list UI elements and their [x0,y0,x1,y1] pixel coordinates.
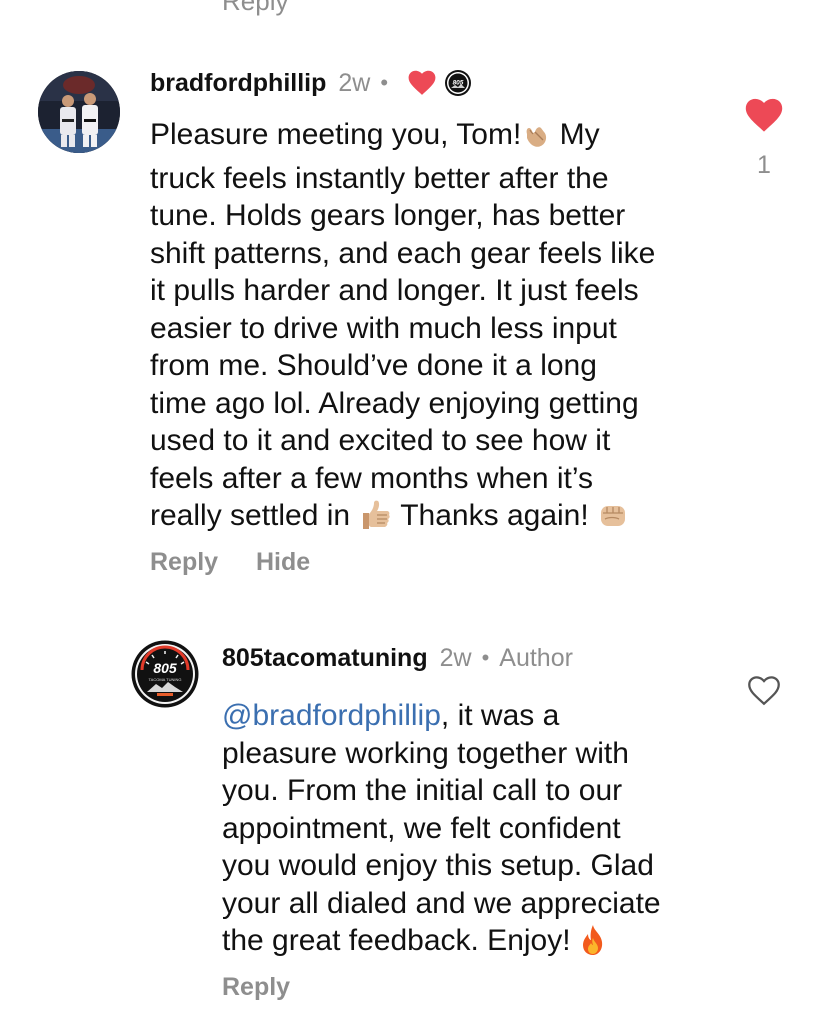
mention-link[interactable]: @bradfordphillip [222,699,441,732]
logo-number: 805 [153,660,177,676]
reply-button[interactable]: Reply [222,973,290,1002]
reply-button[interactable]: Reply [150,548,218,577]
call-me-hand-emoji [521,120,551,160]
comment-text-part: , it was a pleasure working together wit… [222,699,661,957]
comment-body: @bradfordphillip, it was a pleasure work… [222,697,742,966]
logo-tagline: TACOMA TUNING [149,677,182,682]
creator-liked-badge: 805 [444,69,472,97]
username[interactable]: bradfordphillip [150,69,326,98]
comment-text-part: Pleasure meeting you, Tom! [150,118,522,151]
like-count[interactable]: 1 [752,151,776,180]
comment-header: bradfordphillip 2w • 805 [150,66,472,100]
fire-emoji [579,924,607,966]
fist-emoji [597,499,629,541]
author-badge: Author [499,643,573,672]
avatar-805tacomatuning[interactable]: 805 TACOMA TUNING [131,640,199,708]
previous-reply-link[interactable]: Reply [222,0,288,17]
like-button[interactable] [747,675,781,712]
timestamp: 2w [338,68,371,97]
heart-icon [408,70,436,96]
like-button[interactable] [745,98,783,138]
comment-body: Pleasure meeting you, Tom! My truck feel… [150,116,725,541]
separator-dot: • [380,70,389,95]
avatar-bradfordphillip[interactable] [38,71,120,153]
hide-button[interactable]: Hide [256,548,310,577]
heart-outline-icon [747,676,781,711]
comment-header: 805tacomatuning 2w • Author [222,641,573,675]
heart-icon [745,98,783,137]
username[interactable]: 805tacomatuning [222,644,428,673]
timestamp: 2w [439,643,472,672]
comment-text-part: Thanks again! [392,499,598,532]
thumbs-up-emoji [358,499,392,541]
comment-text-part: My truck feels instantly better after th… [150,118,656,532]
separator-dot: • [481,645,490,670]
